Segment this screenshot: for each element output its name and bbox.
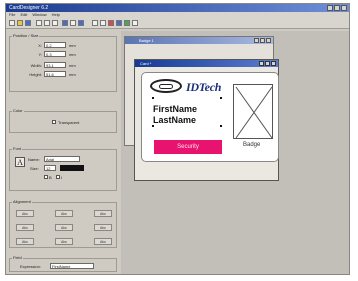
card-document-window[interactable]: Card * IDTech FirstName LastName Securit… [134, 59, 279, 181]
print-icon[interactable] [62, 20, 68, 26]
width-field[interactable]: 93.1 [44, 62, 66, 68]
x-field[interactable]: 0.2 [44, 42, 66, 48]
italic-label: I [61, 175, 63, 180]
align-bottom-center-button[interactable]: Abc [55, 238, 73, 245]
font-size-field[interactable]: 12 [44, 165, 56, 171]
photo-placeholder-icon [235, 86, 273, 139]
new-file-icon[interactable] [9, 20, 15, 26]
workspace: Badge 1 Card * IDTech FirstName LastName… [121, 31, 349, 274]
window-title: CardDesigner 6.2 [9, 5, 49, 11]
x-label: X: [38, 43, 42, 48]
database-icon[interactable] [78, 20, 84, 26]
width-unit: mm [69, 63, 76, 68]
align-middle-left-button[interactable]: Abc [16, 224, 34, 231]
badge-label[interactable]: Badge [243, 142, 260, 148]
card-window-controls [259, 61, 276, 66]
group-title: Font [12, 146, 23, 151]
background-window-controls [254, 38, 271, 43]
align-bottom-right-button[interactable]: Abc [94, 238, 112, 245]
align-bottom-left-button[interactable]: Abc [16, 238, 34, 245]
security-banner[interactable]: Security [154, 140, 222, 154]
expression-label: Expression: [20, 264, 41, 269]
font-size-label: Size: [30, 166, 39, 171]
window-controls [327, 5, 347, 11]
shape-tool-icon[interactable] [108, 20, 114, 26]
height-field[interactable]: 51.6 [44, 71, 66, 77]
group-title: Field [12, 255, 23, 260]
id-card-canvas[interactable]: IDTech FirstName LastName Security Badge [141, 72, 279, 162]
background-window-title: Badge 1 [125, 37, 273, 44]
group-title: Position / Size [12, 33, 40, 38]
minimize-button[interactable] [327, 5, 333, 11]
font-picker-icon[interactable]: A [15, 157, 25, 167]
font-color-swatch[interactable] [60, 165, 84, 171]
maximize-button[interactable] [334, 5, 340, 11]
color-group: Color Transparent [9, 108, 117, 133]
close-button[interactable] [341, 5, 347, 11]
x-unit: mm [69, 43, 76, 48]
y-field[interactable]: 0.3 [44, 51, 66, 57]
expression-field[interactable]: FirstName [50, 263, 94, 269]
transparent-checkbox[interactable] [52, 120, 56, 124]
close-button[interactable] [271, 61, 276, 66]
properties-panel: Position / Size X: 0.2 mm Y: 0.3 mm Widt… [7, 31, 119, 274]
y-label: Y: [38, 52, 42, 57]
last-name-field[interactable]: LastName [153, 115, 196, 125]
title-bar: CardDesigner 6.2 [6, 4, 349, 12]
image-tool-icon[interactable] [116, 20, 122, 26]
selection-handle[interactable] [220, 125, 222, 127]
height-label: Height: [29, 72, 42, 77]
field-group: Field Expression: FirstName [9, 255, 117, 272]
font-name-field[interactable]: Arial [44, 156, 80, 162]
align-top-left-button[interactable]: Abc [16, 210, 34, 217]
align-middle-center-button[interactable]: Abc [55, 224, 73, 231]
transparent-label: Transparent [58, 120, 80, 125]
selection-handle[interactable] [152, 125, 154, 127]
brand-name[interactable]: IDTech [186, 80, 221, 95]
logo-icon[interactable] [150, 79, 182, 93]
y-unit: mm [69, 52, 76, 57]
font-name-label: Name: [28, 157, 40, 162]
width-label: Width: [30, 63, 42, 68]
text-tool-icon[interactable] [100, 20, 106, 26]
toolbar [6, 18, 349, 29]
first-name-field[interactable]: FirstName [153, 104, 197, 114]
minimize-button[interactable] [259, 61, 264, 66]
close-button[interactable] [266, 38, 271, 43]
save-icon[interactable] [25, 20, 31, 26]
group-title: Alignment [12, 199, 32, 204]
paste-icon[interactable] [52, 20, 58, 26]
font-group: Font A Name: Arial Size: 12 B I [9, 146, 117, 191]
position-size-group: Position / Size X: 0.2 mm Y: 0.3 mm Widt… [9, 33, 117, 92]
photo-placeholder[interactable] [233, 84, 273, 139]
align-middle-right-button[interactable]: Abc [94, 224, 112, 231]
logo-pill-shape [159, 84, 173, 89]
preview-icon[interactable] [70, 20, 76, 26]
bold-checkbox[interactable] [44, 175, 48, 179]
alignment-group: Alignment Abc Abc Abc Abc Abc Abc Abc Ab… [9, 199, 117, 248]
group-title: Color [12, 108, 24, 113]
italic-checkbox[interactable] [56, 175, 60, 179]
card-window-title: Card * [135, 60, 278, 67]
maximize-button[interactable] [265, 61, 270, 66]
magnetic-tool-icon[interactable] [132, 20, 138, 26]
open-folder-icon[interactable] [17, 20, 23, 26]
selection-handle[interactable] [220, 97, 222, 99]
barcode-tool-icon[interactable] [124, 20, 130, 26]
cut-icon[interactable] [36, 20, 42, 26]
app-window: CardDesigner 6.2 File Edit Window Help P… [5, 3, 350, 275]
align-top-right-button[interactable]: Abc [94, 210, 112, 217]
align-top-center-button[interactable]: Abc [55, 210, 73, 217]
copy-icon[interactable] [44, 20, 50, 26]
security-label: Security [177, 144, 199, 150]
height-unit: mm [69, 72, 76, 77]
selection-handle[interactable] [152, 97, 154, 99]
minimize-button[interactable] [254, 38, 259, 43]
bold-label: B [49, 175, 52, 180]
maximize-button[interactable] [260, 38, 265, 43]
pointer-icon[interactable] [92, 20, 98, 26]
